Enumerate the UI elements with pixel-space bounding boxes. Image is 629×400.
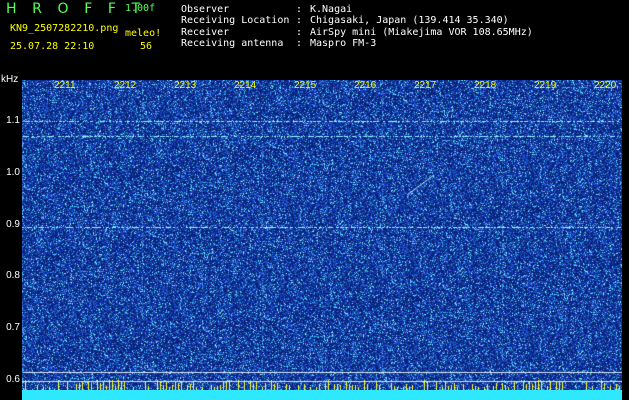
y-tick-label: 0.9 <box>6 218 20 230</box>
y-tick-label: 0.7 <box>6 322 20 333</box>
location-value: Chigasaki, Japan (139.414 35.340) <box>310 15 509 26</box>
y-tick-label: 0.6 <box>6 373 20 385</box>
location-sep: : <box>296 15 303 26</box>
time-tick-label: 2214 <box>234 80 257 91</box>
observer-sep: : <box>296 4 303 15</box>
y-tick-label: 0.8 <box>6 270 20 282</box>
observer-label: Observer <box>181 4 230 15</box>
location-label: Receiving Location <box>181 15 290 26</box>
meleo-label: meleo! <box>125 28 162 39</box>
spectrogram-plot <box>22 80 622 390</box>
version-label: 1.00f <box>125 3 156 14</box>
meleo-count: 56 <box>140 41 153 52</box>
signal-strip <box>22 390 622 400</box>
antenna-sep: : <box>296 38 303 49</box>
y-tick-label: 1.0 <box>6 167 20 178</box>
time-tick-label: 2219 <box>534 80 557 91</box>
observer-value: K.Nagai <box>310 4 353 15</box>
y-axis-label: kHz <box>1 74 19 85</box>
time-tick-label: 2213 <box>174 80 197 91</box>
time-tick-label: 2220 <box>594 80 617 91</box>
time-tick-label: 2212 <box>114 80 137 91</box>
datetime-label: 25.07.28 22:10 <box>10 41 95 52</box>
time-tick-label: 2211 <box>54 80 76 91</box>
receiver-label: Receiver <box>181 27 230 38</box>
time-tick-label: 2217 <box>414 80 437 91</box>
filename-label: KN9_2507282210.png <box>10 23 119 34</box>
antenna-value: Maspro FM-3 <box>310 38 377 49</box>
y-tick-label: 1.1 <box>6 115 20 127</box>
time-tick-label: 2218 <box>474 80 497 91</box>
time-tick-label: 2215 <box>294 80 317 91</box>
antenna-label: Receiving antenna <box>181 38 284 49</box>
receiver-value: AirSpy mini (Miakejima VOR 108.65MHz) <box>310 27 533 38</box>
receiver-sep: : <box>296 27 303 38</box>
time-tick-label: 2216 <box>354 80 377 91</box>
